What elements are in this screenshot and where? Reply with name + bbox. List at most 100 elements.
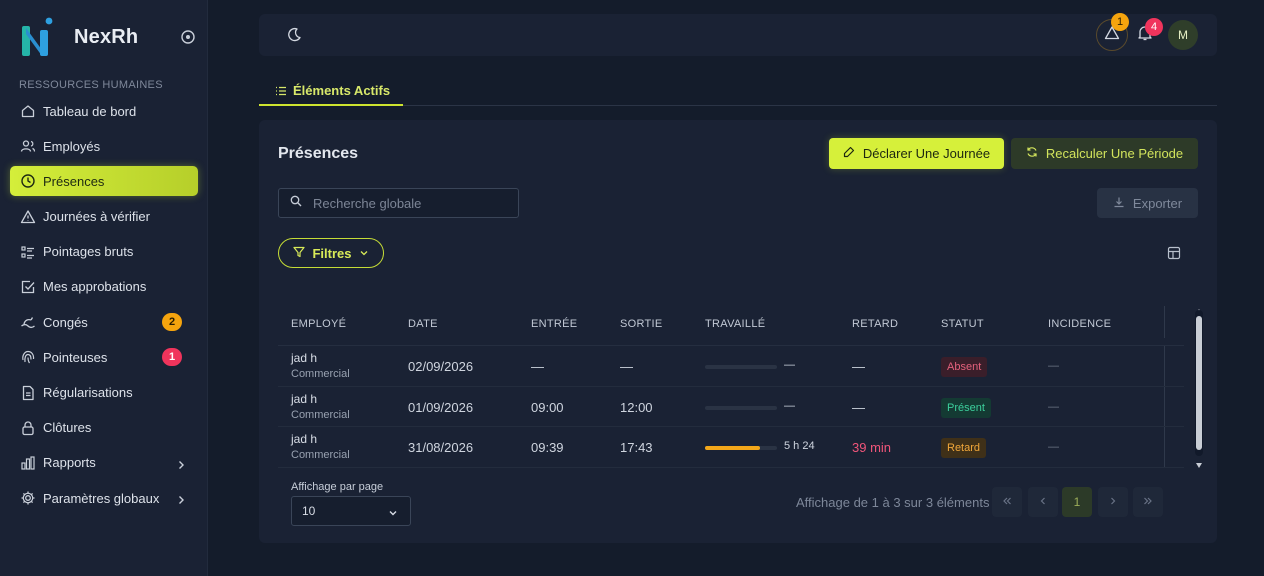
chevron-left-icon <box>1038 493 1048 511</box>
col-retard[interactable]: RETARD <box>852 318 898 330</box>
worked-label: 5 h 24 <box>784 440 815 452</box>
sidebar-item-label: Journées à vérifier <box>43 209 150 225</box>
sidebar-item-rapports[interactable]: Rapports <box>10 448 198 478</box>
chart-icon <box>20 455 36 471</box>
sidebar-item-label: Pointages bruts <box>43 244 134 260</box>
employee-role: Commercial <box>291 408 350 421</box>
table-row[interactable]: jad h Commercial 31/08/2026 09:39 17:43 … <box>278 427 1184 468</box>
sidebar-item-mes-approbations[interactable]: Mes approbations <box>10 272 198 302</box>
alerts-button[interactable]: 1 <box>1096 13 1129 51</box>
worked-label: — <box>784 399 795 412</box>
sidebar-item-label: Congés <box>43 314 88 330</box>
pagination-info: Affichage de 1 à 3 sur 3 éléments <box>796 495 990 510</box>
sidebar-item-tableau-de-bord[interactable]: Tableau de bord <box>10 96 198 126</box>
status-badge: Retard <box>941 438 987 458</box>
tab-elements-actifs[interactable]: Éléments Actifs <box>259 77 403 106</box>
moon-icon[interactable] <box>286 27 302 43</box>
users-icon <box>20 138 36 154</box>
sidebar-item-presences[interactable]: Présences <box>10 166 198 197</box>
worked-label: — <box>784 359 795 371</box>
col-employe[interactable]: EMPLOYÉ <box>291 318 346 330</box>
sidebar-item-regularisations[interactable]: Régularisations <box>10 378 198 408</box>
double-chevron-right-icon <box>1143 493 1153 511</box>
incidence-cell: — <box>1048 400 1059 413</box>
filters-button[interactable]: Filtres <box>278 238 384 268</box>
export-button[interactable]: Exporter <box>1097 188 1198 218</box>
prev-page-button[interactable] <box>1028 487 1058 517</box>
declare-day-button[interactable]: Déclarer Une Journée <box>829 138 1004 169</box>
document-icon <box>20 385 36 401</box>
retard-cell: — <box>852 399 865 415</box>
columns-settings-icon[interactable] <box>1167 246 1181 260</box>
sidebar-item-pointeuses[interactable]: Pointeuses 1 <box>10 342 198 372</box>
filters-label: Filtres <box>312 245 352 261</box>
presences-card: Présences Déclarer Une Journée Recalcule… <box>259 120 1217 543</box>
section-title: RESSOURCES HUMAINES <box>19 79 163 91</box>
recalculate-period-label: Recalculer Une Période <box>1045 146 1184 161</box>
global-search <box>278 188 519 218</box>
per-page-select[interactable]: 10 <box>291 496 411 526</box>
employee-name[interactable]: jad h <box>291 432 350 446</box>
col-incidence[interactable]: INCIDENCE <box>1048 318 1111 330</box>
employee-name[interactable]: jad h <box>291 351 350 365</box>
brand[interactable]: NexRh <box>20 16 138 58</box>
topbar: 1 4 M <box>259 13 1217 56</box>
sidebar-item-pointages-bruts[interactable]: Pointages bruts <box>10 237 198 267</box>
employee-cell: jad h Commercial <box>291 351 350 380</box>
recalculate-period-button[interactable]: Recalculer Une Période <box>1011 138 1198 169</box>
col-travaille[interactable]: TRAVAILLÉ <box>705 318 765 330</box>
status-badge: Absent <box>941 357 988 377</box>
tab-label: Éléments Actifs <box>293 83 391 98</box>
col-statut[interactable]: STATUT <box>941 318 984 330</box>
next-page-button[interactable] <box>1098 487 1128 517</box>
notifications-badge: 4 <box>1145 18 1163 36</box>
sidebar-item-label: Rapports <box>43 455 96 471</box>
page-title: Présences <box>278 145 359 162</box>
export-label: Exporter <box>1132 195 1183 211</box>
col-date[interactable]: DATE <box>408 318 438 330</box>
sidebar-nav: Tableau de bord Employés Présences Journ… <box>10 96 198 518</box>
sidebar-item-label: Employés <box>43 138 101 154</box>
retard-cell: 39 min <box>852 440 892 455</box>
sidebar-item-employes[interactable]: Employés <box>10 131 198 161</box>
nexrh-logo <box>20 16 56 58</box>
scroll-down-icon[interactable] <box>1195 456 1203 474</box>
avatar[interactable]: M <box>1168 20 1198 50</box>
col-sortie[interactable]: SORTIE <box>620 318 663 330</box>
list-icon <box>275 85 287 97</box>
table-scrollbar[interactable] <box>1195 302 1203 468</box>
notifications-button[interactable]: 4 <box>1135 18 1163 45</box>
per-page-label: Affichage par page <box>291 481 384 493</box>
home-icon <box>20 103 36 119</box>
scrollbar-thumb[interactable] <box>1196 316 1202 450</box>
fingerprint-icon <box>20 349 36 365</box>
worked-progress <box>705 446 777 450</box>
last-page-button[interactable] <box>1133 487 1163 517</box>
table-row[interactable]: jad h Commercial 01/09/2026 09:00 12:00 … <box>278 386 1184 427</box>
brand-name: NexRh <box>74 25 139 48</box>
retard-cell: — <box>852 359 865 374</box>
employee-name[interactable]: jad h <box>291 392 350 406</box>
alerts-badge: 1 <box>1111 13 1129 31</box>
date-cell: 01/09/2026 <box>408 399 474 415</box>
declare-day-label: Déclarer Une Journée <box>862 146 991 161</box>
sidebar-item-clotures[interactable]: Clôtures <box>10 413 198 443</box>
chevron-right-icon <box>176 458 186 469</box>
entree-cell: 09:39 <box>531 440 564 455</box>
sidebar-item-label: Tableau de bord <box>43 103 137 119</box>
target-icon[interactable] <box>180 29 196 45</box>
tabs: Éléments Actifs <box>259 77 1217 106</box>
sidebar-item-conges[interactable]: Congés 2 <box>10 307 198 337</box>
table-row[interactable]: jad h Commercial 02/09/2026 — — — — Abse… <box>278 346 1184 387</box>
sidebar-item-label: Pointeuses <box>43 349 108 365</box>
col-entree[interactable]: ENTRÉE <box>531 318 577 330</box>
list-icon <box>20 244 36 260</box>
chevron-down-icon <box>388 507 398 517</box>
first-page-button[interactable] <box>992 487 1022 517</box>
worked-progress <box>705 405 777 410</box>
per-page-value: 10 <box>302 504 316 518</box>
search-input[interactable] <box>313 195 503 211</box>
sidebar-item-parametres-globaux[interactable]: Paramètres globaux <box>10 483 198 513</box>
page-button-current[interactable]: 1 <box>1062 487 1092 517</box>
sidebar-item-journees-a-verifier[interactable]: Journées à vérifier <box>10 202 198 232</box>
